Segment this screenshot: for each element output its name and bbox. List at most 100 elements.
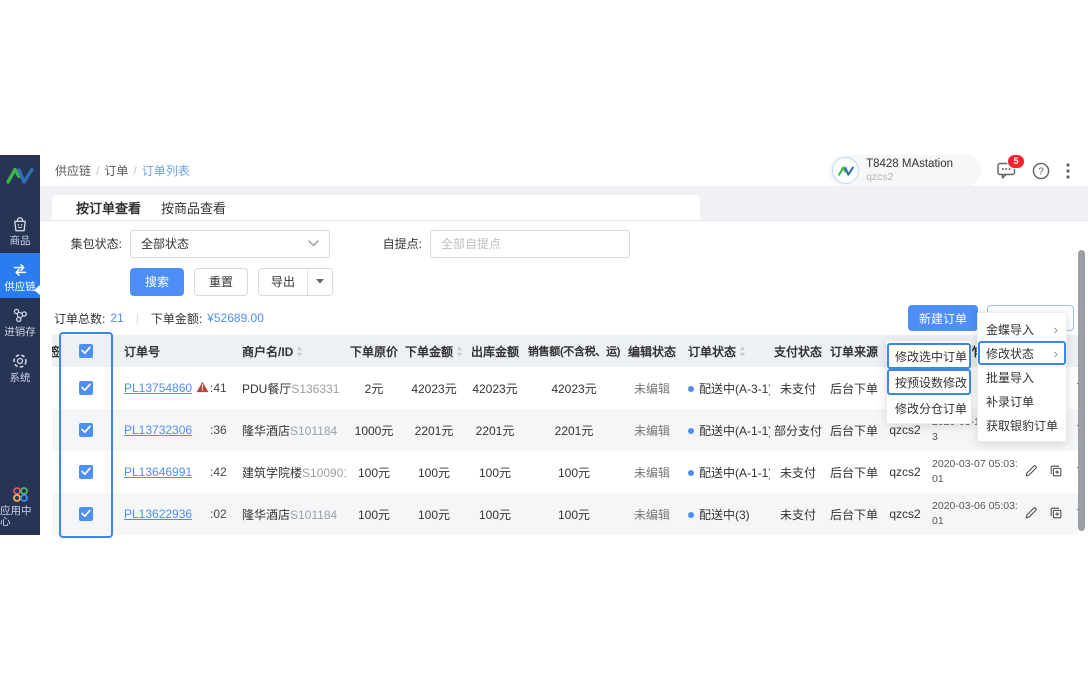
tab-bar: 按订单查看 按商品查看 (40, 195, 1088, 221)
order-amount-value: ¥52689.00 (207, 311, 264, 325)
gear-icon (10, 351, 30, 371)
vertical-scrollbar[interactable] (1078, 250, 1085, 531)
app-center-clover-icon (11, 485, 30, 504)
original-price: 1000元 (346, 409, 402, 451)
export-button[interactable]: 导出 (259, 269, 307, 295)
breadcrumb-item[interactable]: 订单 (104, 162, 128, 179)
user-name: T8428 MAstation (866, 158, 953, 172)
check-icon (81, 509, 91, 518)
user-subtitle: qzcs2 (866, 172, 953, 184)
sidebar-item-system[interactable]: 系统 (0, 344, 40, 390)
check-icon (81, 467, 91, 476)
column-header[interactable]: 商户名/ID (240, 335, 346, 367)
outbound-amount: 100元 (466, 493, 524, 535)
avatar (832, 157, 859, 184)
merchant-id: S136331 (291, 382, 339, 396)
tab-view-by-product[interactable]: 按商品查看 (161, 198, 226, 217)
supply-chain-arrows-icon (10, 260, 30, 280)
order-status-text: 配送中(A-1-1) (699, 424, 770, 438)
column-header: 销售额(不含税、运) (524, 335, 624, 367)
user-menu[interactable]: T8428 MAstation qzcs2 (829, 155, 981, 186)
search-button[interactable]: 搜索 (130, 268, 184, 296)
messages-button[interactable]: 5 (997, 162, 1016, 179)
merchant-name: 隆华酒店 (242, 508, 290, 522)
select-all-checkbox[interactable] (79, 344, 93, 358)
reset-button[interactable]: 重置 (194, 268, 248, 296)
order-amount-label: 下单金额: (151, 310, 202, 327)
order-link[interactable]: PL13622936 (124, 507, 192, 521)
order-link[interactable]: PL13732306 (124, 423, 192, 437)
column-header[interactable]: 订单状态 (680, 335, 770, 367)
edit-icon[interactable] (1024, 506, 1038, 523)
last-op-time: 2020-03-06 05:03: 01 (928, 493, 1020, 535)
sidebar-item-label: 供应链 (4, 282, 36, 293)
copy-icon[interactable] (1049, 506, 1063, 523)
time-clip: :02 (210, 493, 240, 535)
row-checkbox[interactable] (79, 423, 93, 437)
original-price: 100元 (346, 451, 402, 493)
summary-bar: 订单总数: 21 | 下单金额: ¥52689.00 新建订单 更多功能 (40, 302, 1088, 335)
sidebar-item-inventory[interactable]: 进销存 (0, 298, 40, 344)
sidebar-item-goods[interactable]: 商品 (0, 207, 40, 253)
column-header: 订单号 (110, 335, 240, 367)
new-order-button[interactable]: 新建订单 (908, 305, 978, 331)
breadcrumb-separator: / (96, 164, 99, 178)
package-status-select[interactable]: 全部状态 (130, 230, 330, 258)
tab-view-by-order[interactable]: 按订单查看 (76, 198, 141, 217)
edit-status: 未编辑 (624, 493, 680, 535)
row-checkbox[interactable] (79, 507, 93, 521)
row-checkbox[interactable] (79, 465, 93, 479)
edit-icon[interactable] (1024, 464, 1038, 481)
modify-status-submenu: 修改选中订单按预设数修改修改分仓订单 (886, 340, 972, 424)
help-button[interactable]: ? (1032, 162, 1050, 180)
menu-item[interactable]: 补录订单 (978, 389, 1066, 413)
order-link[interactable]: PL13754860 (124, 381, 192, 395)
order-source: 后台下单 (826, 451, 882, 493)
more-functions-menu: 金蝶导入›修改状态›批量导入补录订单获取银豹订单 (977, 312, 1067, 442)
pickup-point-input[interactable]: 全部自提点 (430, 230, 630, 258)
more-options-button[interactable] (1066, 163, 1070, 179)
column-header: 订单来源 (826, 335, 882, 367)
sort-icon[interactable] (456, 346, 463, 360)
order-total-label: 订单总数: (54, 310, 105, 327)
order-link[interactable]: PL13646991 (124, 465, 192, 479)
warning-icon (196, 381, 209, 396)
column-header: 支付状态 (770, 335, 826, 367)
column-header[interactable]: 下单金额 (402, 335, 466, 367)
sort-icon[interactable] (296, 346, 303, 360)
column-header: 出库金额 (466, 335, 524, 367)
edit-status: 未编辑 (624, 367, 680, 409)
column-header: 下单原价 (346, 335, 402, 367)
sort-icon[interactable] (739, 346, 746, 360)
package-status-value: 全部状态 (141, 235, 189, 252)
caret-down-icon (316, 279, 324, 284)
breadcrumb-item[interactable]: 供应链 (55, 162, 91, 179)
shopping-bag-icon (10, 214, 30, 234)
share-nodes-icon (10, 305, 30, 325)
time-clip: :41 (210, 367, 240, 409)
sidebar-item-supply-chain[interactable]: 供应链 (0, 253, 40, 299)
row-checkbox[interactable] (79, 381, 93, 395)
submenu-item[interactable]: 按预设数修改 (887, 369, 971, 395)
menu-item[interactable]: 修改状态› (978, 341, 1066, 365)
export-dropdown-button[interactable] (307, 269, 332, 295)
merchant-id: S101184 (290, 508, 337, 522)
merchant-id: S101184 (290, 424, 337, 438)
copy-icon[interactable] (1049, 464, 1063, 481)
menu-item[interactable]: 金蝶导入› (978, 317, 1066, 341)
order-amount: 42023元 (402, 367, 466, 409)
submenu-item[interactable]: 修改分仓订单 (887, 395, 971, 421)
export-button-group: 导出 (258, 268, 333, 296)
order-status-text: 配送中(A-3-1) (699, 382, 770, 396)
spacer (40, 187, 1088, 195)
menu-item[interactable]: 获取银豹订单 (978, 413, 1066, 437)
submenu-item[interactable]: 修改选中订单 (887, 343, 971, 369)
table-row: PL13646991 :42 建筑学院楼S100901 100元 100元 10… (52, 451, 1078, 493)
menu-item[interactable]: 批量导入 (978, 365, 1066, 389)
order-source: 后台下单 (826, 367, 882, 409)
sidebar-item-app-center[interactable]: 应用中心 (0, 478, 40, 535)
tabs-card: 按订单查看 按商品查看 (52, 195, 700, 220)
order-amount: 2201元 (402, 409, 466, 451)
status-dot-icon (688, 470, 694, 476)
status-dot-icon (688, 512, 694, 518)
